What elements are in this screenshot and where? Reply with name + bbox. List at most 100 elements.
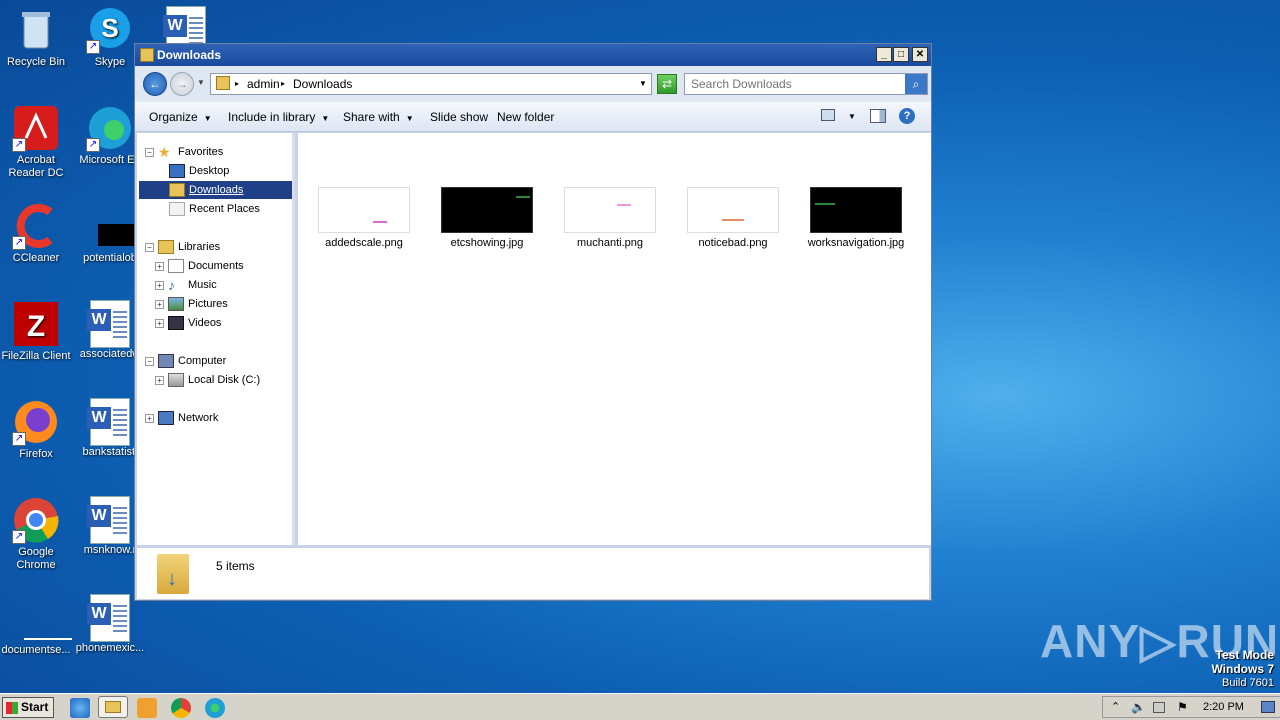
nav-item-documents[interactable]: + Documents <box>155 257 244 275</box>
desktop-icon-label: Firefox <box>19 448 53 460</box>
title-bar[interactable]: Downloads _ □ ✕ <box>135 44 931 66</box>
collapse-icon[interactable]: − <box>145 242 154 252</box>
expand-icon[interactable]: + <box>145 413 154 423</box>
firefox-icon: ↗ <box>12 398 60 446</box>
edge-icon[interactable] <box>205 698 225 718</box>
file-name: noticebad.png <box>698 237 768 249</box>
file-name: muchanti.png <box>576 237 644 249</box>
change-view-icon[interactable] <box>821 109 835 121</box>
downloads-folder-icon <box>169 183 185 198</box>
network-tray-icon[interactable] <box>1153 702 1165 713</box>
expand-icon[interactable]: + <box>155 280 164 290</box>
search-icon[interactable]: ⌕ <box>905 74 927 94</box>
item-count: 5 items <box>216 559 255 573</box>
folder-icon <box>216 76 230 90</box>
internet-explorer-icon[interactable] <box>70 698 90 718</box>
desktop-icon-phonemexic[interactable]: W phonemexic... <box>74 594 146 655</box>
show-hidden-icons-icon[interactable]: ⌃ <box>1111 700 1120 713</box>
file-item[interactable]: addedscale.png <box>314 187 414 249</box>
nav-item-recent-places[interactable]: Recent Places <box>169 200 260 218</box>
share-with-label: Share with <box>343 110 400 124</box>
forward-arrow-icon[interactable]: → <box>170 72 194 96</box>
nav-item-computer[interactable]: − Computer <box>145 352 226 370</box>
nav-item-local-disk[interactable]: + Local Disk (C:) <box>155 371 260 389</box>
filezilla-icon: Z <box>12 300 60 348</box>
expand-icon[interactable]: + <box>155 299 164 309</box>
explorer-taskbar-button[interactable] <box>98 696 128 718</box>
preview-pane-icon[interactable] <box>870 109 886 123</box>
nav-label: Pictures <box>188 298 228 310</box>
file-item[interactable]: worksnavigation.jpg <box>806 187 906 249</box>
clock[interactable]: 2:20 PM <box>1203 701 1244 713</box>
desktop-icon-chrome[interactable]: ↗ Google Chrome <box>0 496 72 572</box>
expand-icon[interactable]: + <box>155 261 164 271</box>
close-button[interactable]: ✕ <box>912 47 928 62</box>
navigation-bar: ← → ▼ ▸ admin ▸ Downloads ▼ ⇄ ⌕ <box>135 66 931 102</box>
collapse-icon[interactable]: − <box>145 356 154 366</box>
back-arrow-icon[interactable]: ← <box>143 72 167 96</box>
action-center-flag-icon[interactable]: ⚑ <box>1177 700 1188 714</box>
desktop-icon-documentse[interactable]: documentse... <box>0 594 72 657</box>
word-document-icon: W <box>87 496 130 544</box>
nav-label: Favorites <box>178 146 224 158</box>
nav-item-network[interactable]: + Network <box>145 409 218 427</box>
desktop-icon-firefox[interactable]: ↗ Firefox <box>0 398 72 461</box>
collapse-icon[interactable]: − <box>145 147 154 157</box>
expand-icon[interactable]: + <box>155 375 164 385</box>
desktop-icon-acrobat[interactable]: ↗ Acrobat Reader DC <box>0 104 72 180</box>
desktop-icon-label: Acrobat Reader DC <box>8 154 64 179</box>
nav-item-videos[interactable]: + Videos <box>155 314 221 332</box>
file-item[interactable]: noticebad.png <box>683 187 783 249</box>
file-name: etcshowing.jpg <box>450 237 524 249</box>
new-folder-button[interactable]: New folder <box>497 110 554 124</box>
nav-item-desktop[interactable]: Desktop <box>169 162 229 180</box>
address-bar[interactable]: ▸ admin ▸ Downloads ▼ <box>210 73 652 95</box>
navigation-pane: − ★ Favorites Desktop Downloads Recent Pla… <box>137 133 295 545</box>
word-document-icon: W <box>87 300 130 348</box>
desktop-icon-ccleaner[interactable]: ↗ CCleaner <box>0 202 72 265</box>
nav-item-downloads[interactable]: Downloads <box>139 181 292 199</box>
folder-icon <box>105 701 121 713</box>
image-thumbnail <box>687 187 779 233</box>
file-name: worksnavigation.jpg <box>807 237 905 249</box>
blank-file-icon <box>12 594 72 642</box>
help-icon[interactable]: ? <box>899 108 915 124</box>
chrome-icon[interactable] <box>171 698 191 718</box>
show-desktop-icon[interactable] <box>1261 701 1275 713</box>
search-box[interactable]: ⌕ <box>684 73 928 95</box>
include-in-library-button[interactable]: Include in library ▼ <box>228 110 329 124</box>
file-name: addedscale.png <box>325 237 403 249</box>
search-input[interactable] <box>685 74 895 94</box>
command-bar: Organize ▼ Include in library ▼ Share with… <box>135 102 931 132</box>
nav-label: Documents <box>188 260 244 272</box>
nav-item-music[interactable]: + ♪ Music <box>155 276 217 294</box>
chrome-icon: ↗ <box>12 496 60 544</box>
breadcrumb-item-admin[interactable]: admin <box>247 77 280 91</box>
taskbar: Start ⌃ 🔈 ⚑ 2:20 PM <box>0 693 1280 720</box>
start-button[interactable]: Start <box>2 697 54 718</box>
nav-item-favorites[interactable]: − ★ Favorites <box>145 143 223 161</box>
media-player-icon[interactable] <box>137 698 157 718</box>
recent-places-icon <box>169 202 185 217</box>
minimize-button[interactable]: _ <box>876 47 892 62</box>
file-item[interactable]: muchanti.png <box>560 187 660 249</box>
slide-show-button[interactable]: Slide show <box>430 110 488 124</box>
expand-icon[interactable]: + <box>155 318 164 328</box>
desktop-icon-filezilla[interactable]: Z FileZilla Client <box>0 300 72 363</box>
os-label: Windows 7 <box>1211 662 1274 676</box>
recent-pages-dropdown-icon[interactable]: ▼ <box>197 78 205 87</box>
breadcrumb-item-downloads[interactable]: Downloads <box>293 77 352 91</box>
maximize-button[interactable]: □ <box>893 47 909 62</box>
share-with-button[interactable]: Share with ▼ <box>343 110 414 124</box>
desktop-icon-recycle-bin[interactable]: Recycle Bin <box>0 6 72 69</box>
refresh-icon[interactable]: ⇄ <box>657 74 677 94</box>
nav-item-libraries[interactable]: − Libraries <box>145 238 220 256</box>
view-dropdown-icon[interactable]: ▼ <box>848 112 856 121</box>
address-dropdown-icon[interactable]: ▼ <box>639 79 647 88</box>
file-item[interactable]: etcshowing.jpg <box>437 187 537 249</box>
desktop-icon-label: Recycle Bin <box>6 56 66 68</box>
organize-button[interactable]: Organize ▼ <box>149 110 212 124</box>
volume-icon[interactable]: 🔈 <box>1131 700 1146 714</box>
dropdown-arrow-icon: ▼ <box>321 114 330 123</box>
nav-item-pictures[interactable]: + Pictures <box>155 295 228 313</box>
